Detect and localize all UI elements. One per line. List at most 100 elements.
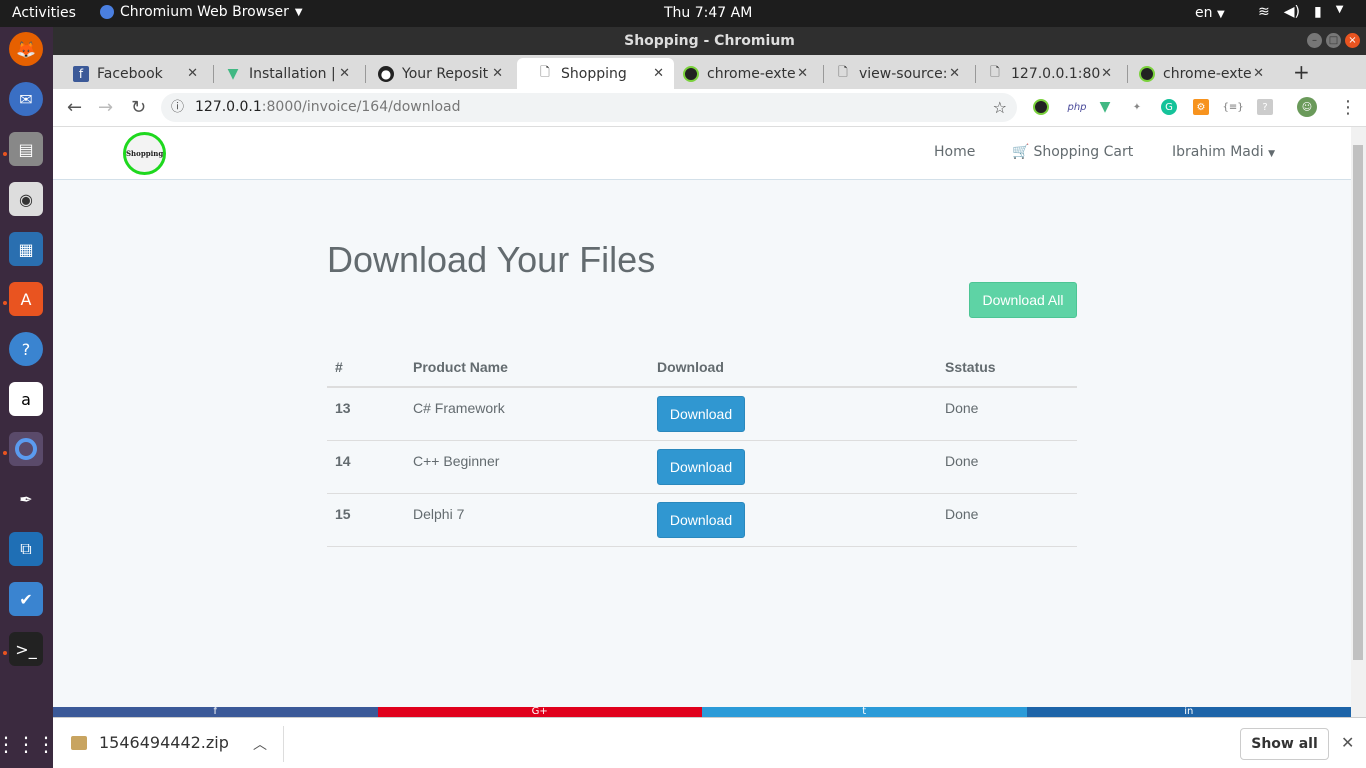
activities-button[interactable]: Activities — [12, 5, 76, 21]
tab-view-source[interactable]: 🗋 view-source: ✕ — [815, 58, 970, 89]
amazon-icon[interactable]: a — [9, 382, 43, 416]
app-grid-icon[interactable]: ⋮⋮⋮ — [0, 727, 56, 761]
close-icon[interactable]: × — [1345, 33, 1360, 48]
site-logo[interactable]: Shopping — [123, 132, 166, 175]
volume-icon: ◀) — [1283, 4, 1300, 20]
chrome-ext-icon — [683, 65, 699, 82]
terminal-icon[interactable]: >_ — [9, 632, 43, 666]
help-extension-icon[interactable]: ? — [1257, 99, 1273, 115]
downloaded-file-name: 1546494442.zip — [99, 733, 229, 752]
thunderbird-icon[interactable]: ✉ — [9, 82, 43, 116]
google-plus-share-icon[interactable]: G+ — [377, 707, 702, 717]
software-center-icon[interactable]: A — [9, 282, 43, 316]
system-tray[interactable]: ≋ ◀) ▮ ▼ — [1258, 4, 1343, 20]
files-icon[interactable]: ▤ — [9, 132, 43, 166]
tab-github[interactable]: ● Your Reposit ✕ — [358, 58, 513, 89]
page-icon: 🗋 — [838, 65, 848, 79]
show-all-button[interactable]: Show all — [1240, 728, 1329, 760]
scrollbar-thumb[interactable] — [1353, 145, 1363, 660]
tab-installation[interactable]: ▼ Installation | ✕ — [205, 58, 360, 89]
tab-chrome-ext-1[interactable]: chrome-exte ✕ — [663, 58, 818, 89]
reload-icon[interactable]: ↻ — [131, 97, 146, 118]
tab-label: Facebook — [97, 65, 163, 82]
tab-label: view-source: — [859, 65, 948, 82]
download-button[interactable]: Download — [657, 448, 745, 485]
close-icon[interactable]: ✕ — [1341, 733, 1354, 752]
system-top-bar: Activities Chromium Web Browser ▼ Thu 7:… — [0, 0, 1366, 27]
minimize-icon[interactable]: – — [1307, 33, 1322, 48]
main-content: Download Your Files Download All # Produ… — [327, 227, 1077, 547]
chevron-up-icon[interactable]: ︿ — [253, 734, 267, 754]
linkedin-share-icon[interactable]: in — [1026, 707, 1351, 717]
php-extension-icon[interactable]: php — [1065, 99, 1089, 115]
firefox-icon[interactable]: 🦊 — [9, 32, 43, 66]
language-indicator[interactable]: en ▼ — [1195, 5, 1225, 21]
window-controls: – □ × — [1307, 33, 1360, 48]
vscode-icon[interactable]: ⧉ — [9, 532, 43, 566]
url-path: :8000/invoice/164/download — [261, 99, 461, 115]
tab-label: chrome-exte — [707, 65, 796, 82]
grammarly-icon[interactable]: G — [1161, 99, 1177, 115]
app-menu[interactable]: Chromium Web Browser ▼ — [100, 4, 303, 20]
tasks-icon[interactable]: ✔ — [9, 582, 43, 616]
column-header: Sstatus — [937, 347, 1077, 388]
extension-color-icon[interactable] — [1033, 99, 1049, 115]
tab-shopping[interactable]: 🗋 Shopping ✕ — [517, 58, 674, 89]
new-tab-button[interactable]: + — [1293, 60, 1310, 84]
chromium-dock-icon[interactable] — [9, 432, 43, 466]
user-dropdown[interactable]: Ibrahim Madi ▼ — [1172, 144, 1275, 160]
chevron-down-icon: ▼ — [294, 6, 303, 18]
download-cell: Download — [649, 493, 937, 547]
github-icon: ● — [378, 65, 394, 82]
close-icon[interactable]: ✕ — [339, 66, 350, 81]
nav-home-link[interactable]: Home — [934, 144, 975, 160]
json-viewer-icon[interactable]: {≡} — [1222, 99, 1243, 115]
download-button[interactable]: Download — [657, 396, 745, 432]
address-bar[interactable]: ⓘ 127.0.0.1:8000/invoice/164/download ☆ — [161, 93, 1017, 122]
tab-chrome-ext-2[interactable]: chrome-exte ✕ — [1119, 58, 1274, 89]
chevron-down-icon: ▼ — [1335, 4, 1344, 15]
web-page: Shopping Home 🛒 Shopping Cart Ibrahim Mad… — [53, 127, 1351, 707]
tab-facebook[interactable]: f Facebook ✕ — [53, 58, 208, 89]
page-icon: 🗋 — [540, 65, 550, 79]
help-icon[interactable]: ? — [9, 332, 43, 366]
hubspot-icon[interactable]: ⚙ — [1193, 99, 1209, 115]
download-button[interactable]: Download — [657, 501, 745, 538]
row-id: 14 — [327, 440, 405, 494]
bookmark-star-icon[interactable]: ☆ — [993, 93, 1007, 122]
facebook-share-icon[interactable]: f — [53, 707, 378, 717]
profile-avatar[interactable]: ☺ — [1297, 97, 1317, 117]
user-name: Ibrahim Madi — [1172, 144, 1264, 160]
caret-down-icon: ▼ — [1268, 149, 1276, 159]
nav-cart-label: Shopping Cart — [1033, 144, 1134, 160]
nav-cart-link[interactable]: 🛒 Shopping Cart — [1012, 144, 1133, 160]
window-title: Shopping - Chromium — [53, 27, 1366, 55]
page-scrollbar[interactable] — [1351, 127, 1366, 717]
close-icon[interactable]: ✕ — [187, 66, 198, 81]
twitter-share-icon[interactable]: t — [702, 707, 1027, 717]
clock[interactable]: Thu 7:47 AM — [664, 5, 752, 21]
column-header: Download — [649, 347, 937, 388]
kebab-menu-icon[interactable]: ⋮ — [1339, 97, 1357, 118]
rhythmbox-icon[interactable]: ◉ — [9, 182, 43, 216]
maximize-icon[interactable]: □ — [1326, 33, 1341, 48]
forward-icon[interactable]: → — [98, 97, 113, 118]
back-icon[interactable]: ← — [67, 97, 82, 118]
close-icon[interactable]: ✕ — [492, 66, 503, 81]
info-icon[interactable]: ⓘ — [171, 93, 184, 122]
close-icon[interactable]: ✕ — [797, 66, 808, 81]
downloaded-file-item[interactable]: 1546494442.zip — [71, 733, 229, 752]
launcher-dock: 🦊 ✉ ▤ ◉ ▦ A ? a ✒ ⧉ ✔ >_ ⋮⋮⋮ — [0, 27, 56, 768]
tab-strip: f Facebook ✕ ▼ Installation | ✕ ● Your R… — [53, 55, 1366, 89]
vue-devtools-icon[interactable]: ▼ — [1097, 99, 1113, 115]
close-icon[interactable]: ✕ — [1253, 66, 1264, 81]
close-icon[interactable]: ✕ — [1101, 66, 1112, 81]
puzzle-icon[interactable]: ✦ — [1129, 99, 1145, 115]
pen-tool-icon[interactable]: ✒ — [9, 482, 43, 516]
libreoffice-writer-icon[interactable]: ▦ — [9, 232, 43, 266]
tab-localhost[interactable]: 🗋 127.0.0.1:800 ✕ — [967, 58, 1122, 89]
table-row: 14 C++ Beginner Download Done — [327, 440, 1077, 494]
close-icon[interactable]: ✕ — [949, 66, 960, 81]
download-all-button[interactable]: Download All — [969, 282, 1077, 318]
column-header: Product Name — [405, 347, 649, 388]
